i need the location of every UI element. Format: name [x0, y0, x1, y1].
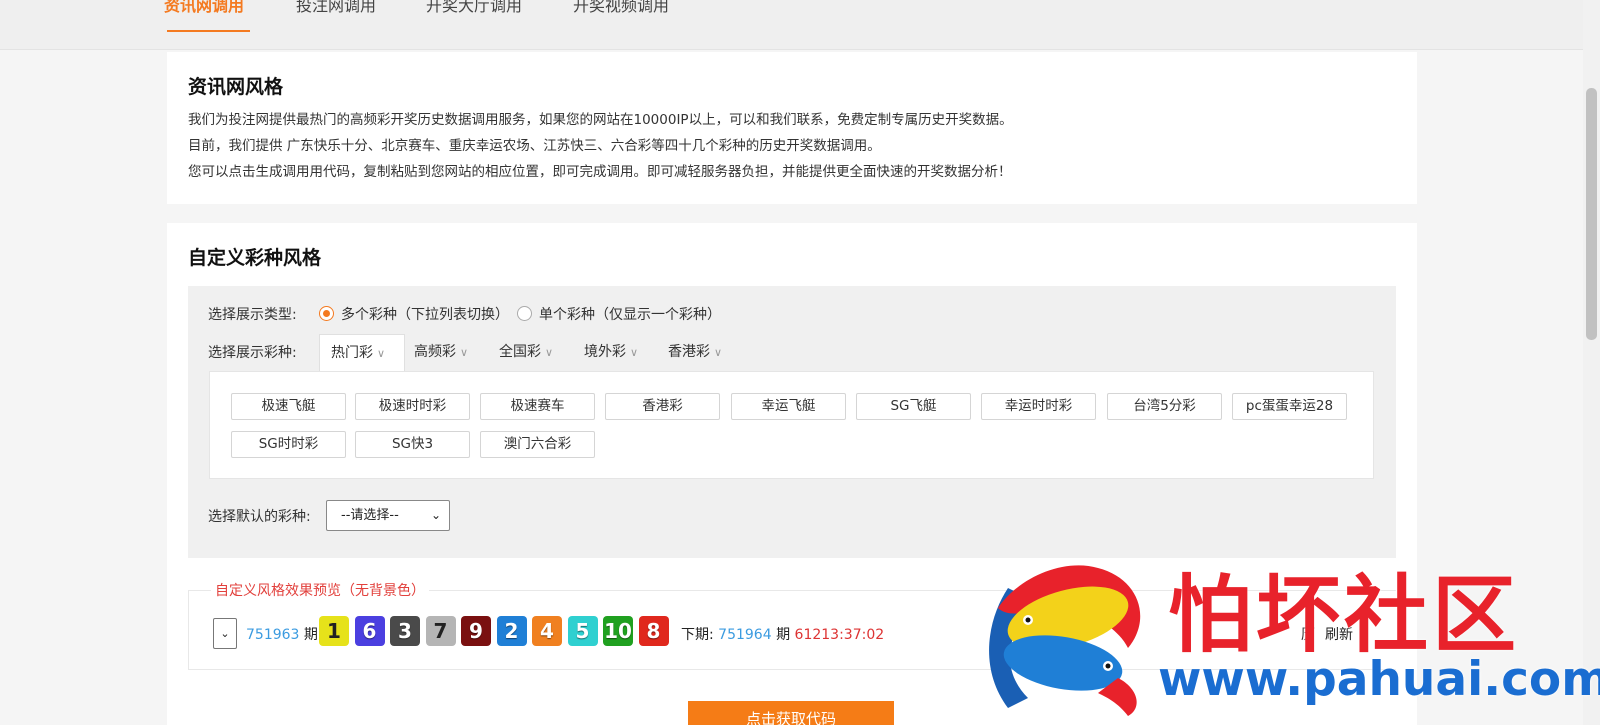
lottery-chip[interactable]: SG时时彩	[231, 431, 346, 458]
default-lottery-label: 选择默认的彩种:	[208, 509, 311, 525]
custom-title: 自定义彩种风格	[188, 247, 322, 269]
result-ball: 9	[461, 616, 491, 646]
category-tab-hongkong-label: 香港彩	[668, 344, 710, 360]
page-scrollbar[interactable]	[1583, 0, 1600, 725]
intro-title: 资讯网风格	[188, 76, 284, 98]
chevron-down-icon: ⌄	[220, 627, 230, 640]
radio-single-label[interactable]: 单个彩种（仅显示一个彩种）	[539, 304, 721, 324]
active-tab-indicator	[167, 30, 250, 32]
watermark-url: www.pahuai.com	[1158, 652, 1600, 707]
watermark-title: 怕坏社区	[1168, 565, 1521, 664]
category-tab-national[interactable]: 全国彩 ∨	[488, 334, 572, 371]
next-issue-unit: 期	[776, 627, 791, 643]
default-lottery-value: --请选择--	[341, 508, 399, 523]
radio-multi-label[interactable]: 多个彩种（下拉列表切换）	[341, 304, 509, 324]
lottery-switch-select[interactable]: ⌄	[213, 618, 237, 649]
lottery-chip[interactable]: 极速飞艇	[231, 393, 346, 420]
result-ball: 7	[425, 616, 456, 646]
top-navigation: 资讯网调用 投注网调用 开奖大厅调用 开奖视频调用	[0, 0, 1583, 50]
category-tab-highfreq[interactable]: 高频彩 ∨	[403, 334, 487, 371]
chevron-down-icon: ∨	[714, 346, 723, 359]
current-issue-unit: 期	[303, 627, 318, 643]
category-tab-hot-label: 热门彩	[331, 345, 373, 361]
next-issue-number: 751964	[718, 627, 772, 643]
display-lottery-label: 选择展示彩种:	[208, 345, 297, 361]
lottery-chip[interactable]: pc蛋蛋幸运28	[1232, 393, 1347, 420]
radio-single[interactable]	[517, 306, 532, 321]
chevron-down-icon: ⌄	[430, 508, 441, 522]
result-ball: 6	[354, 616, 385, 646]
category-tab-overseas[interactable]: 境外彩 ∨	[573, 334, 657, 371]
result-ball: 3	[390, 616, 420, 646]
tab-lottery-hall[interactable]: 开奖大厅调用	[426, 0, 522, 16]
display-type-label: 选择展示类型:	[208, 307, 297, 323]
lottery-chip[interactable]: 台湾5分彩	[1107, 393, 1222, 420]
default-lottery-select[interactable]: --请选择-- ⌄	[326, 500, 450, 531]
lottery-chip[interactable]: 幸运时时彩	[981, 393, 1096, 420]
watermark-fish-logo	[989, 565, 1141, 716]
radio-multi[interactable]	[319, 306, 334, 321]
chevron-down-icon: ∨	[460, 346, 469, 359]
intro-line-3: 您可以点击生成调用用代码，复制粘贴到您网站的相应位置，即可完成调用。即可减轻服务…	[188, 164, 1012, 180]
get-code-button[interactable]: 点击获取代码	[688, 701, 894, 725]
intro-line-2: 目前，我们提供 广东快乐十分、北京赛车、重庆幸运农场、江苏快三、六合彩等四十几个…	[188, 138, 881, 154]
countdown-timer: 61213:37:02	[794, 627, 885, 643]
result-ball: 8	[638, 616, 669, 646]
result-ball: 10	[603, 616, 633, 646]
category-tab-overseas-label: 境外彩	[584, 344, 626, 360]
category-tab-highfreq-label: 高频彩	[414, 344, 456, 360]
current-issue-number: 751963	[246, 627, 300, 643]
lottery-chip[interactable]: SG快3	[355, 431, 470, 458]
intro-card: 资讯网风格 我们为投注网提供最热门的高频彩开奖历史数据调用服务，如果您的网站在1…	[167, 52, 1417, 204]
settings-panel: 选择展示类型: 多个彩种（下拉列表切换） 单个彩种（仅显示一个彩种） 选择展示彩…	[188, 286, 1396, 558]
lottery-chip[interactable]: 澳门六合彩	[480, 431, 595, 458]
intro-line-1: 我们为投注网提供最热门的高频彩开奖历史数据调用服务，如果您的网站在10000IP…	[188, 112, 1013, 128]
lottery-chip[interactable]: 极速赛车	[480, 393, 595, 420]
preview-title: 自定义风格效果预览（无背景色）	[211, 580, 429, 600]
category-tab-hongkong[interactable]: 香港彩 ∨	[657, 334, 741, 371]
tab-info-site[interactable]: 资讯网调用	[164, 0, 244, 16]
next-issue: 下期: 751964 期 61213:37:02	[681, 624, 884, 644]
chevron-down-icon: ∨	[630, 346, 639, 359]
next-issue-label: 下期:	[681, 627, 714, 643]
lottery-chip[interactable]: SG飞艇	[856, 393, 971, 420]
lottery-chip[interactable]: 幸运飞艇	[731, 393, 846, 420]
result-ball: 2	[496, 616, 527, 646]
chevron-down-icon: ∨	[377, 347, 386, 360]
tab-lottery-video[interactable]: 开奖视频调用	[573, 0, 669, 16]
category-tab-hot[interactable]: 热门彩 ∨	[319, 334, 405, 371]
lottery-list: 极速飞艇 极速时时彩 极速赛车 香港彩 幸运飞艇 SG飞艇 幸运时时彩 台湾5分…	[209, 371, 1374, 479]
result-ball: 4	[532, 616, 562, 646]
chevron-down-icon: ∨	[545, 346, 554, 359]
category-tab-national-label: 全国彩	[499, 344, 541, 360]
scrollbar-thumb[interactable]	[1586, 88, 1597, 340]
result-ball: 1	[319, 616, 349, 646]
tab-betting-site[interactable]: 投注网调用	[296, 0, 376, 16]
result-ball: 5	[567, 616, 598, 646]
lottery-chip[interactable]: 极速时时彩	[355, 393, 470, 420]
current-issue: 751963 期	[246, 624, 318, 644]
lottery-chip[interactable]: 香港彩	[605, 393, 720, 420]
